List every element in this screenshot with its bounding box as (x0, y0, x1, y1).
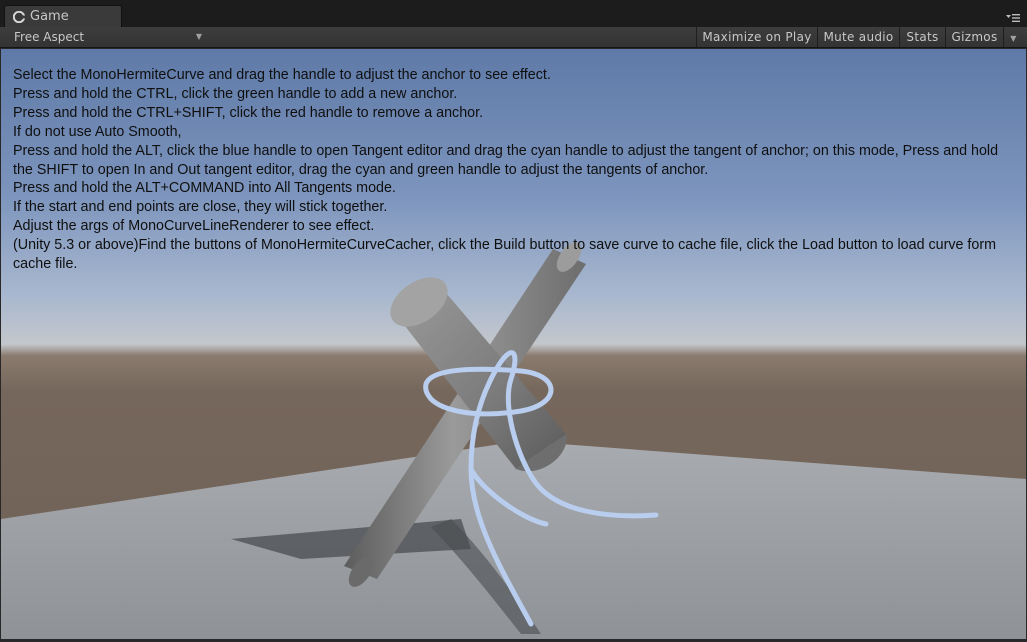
instruction-line: Adjust the args of MonoCurveLineRenderer… (13, 218, 375, 235)
instructions-text: Select the MonoHermiteCurve and drag the… (13, 66, 1018, 274)
maximize-label: Maximize on Play (702, 30, 812, 44)
gizmos-button[interactable]: Gizmos (945, 27, 1003, 47)
stats-button[interactable]: Stats (899, 27, 945, 47)
gizmos-label: Gizmos (951, 30, 998, 44)
instruction-line: Select the MonoHermiteCurve and drag the… (13, 67, 551, 83)
instruction-line: Press and hold the ALT+COMMAND into All … (13, 180, 396, 197)
instruction-line: Press and hold the ALT, click the blue h… (13, 142, 1003, 178)
aspect-dropdown[interactable]: Free Aspect ▼ (6, 28, 208, 46)
dropdown-arrow-icon: ▼ (1010, 34, 1017, 43)
instruction-line: If do not use Auto Smooth, (13, 123, 182, 140)
tab-bar: Game (0, 0, 1027, 28)
game-toolbar: Free Aspect ▼ Maximize on Play Mute audi… (0, 27, 1027, 48)
tab-game[interactable]: Game (4, 5, 122, 27)
instruction-line: (Unity 5.3 or above)Find the buttons of … (13, 237, 1000, 273)
tab-menu-icon[interactable] (1005, 12, 1021, 24)
aspect-label: Free Aspect (14, 30, 85, 44)
instruction-line: If the start and end points are close, t… (13, 199, 388, 216)
game-window: Game Free Aspect ▼ Maximize on Play Mute… (0, 0, 1027, 642)
tab-label: Game (30, 9, 69, 24)
maximize-on-play-button[interactable]: Maximize on Play (696, 27, 817, 47)
dropdown-arrow-icon: ▼ (195, 32, 202, 41)
mute-audio-button[interactable]: Mute audio (817, 27, 899, 47)
mute-label: Mute audio (823, 30, 894, 44)
instruction-line: Press and hold the CTRL+SHIFT, click the… (13, 104, 484, 121)
stats-label: Stats (906, 30, 939, 44)
instruction-line: Press and hold the CTRL, click the green… (13, 85, 458, 102)
gizmos-dropdown[interactable]: ▼ (1003, 27, 1023, 47)
game-view[interactable]: Select the MonoHermiteCurve and drag the… (1, 49, 1026, 639)
unity-icon (13, 10, 25, 23)
